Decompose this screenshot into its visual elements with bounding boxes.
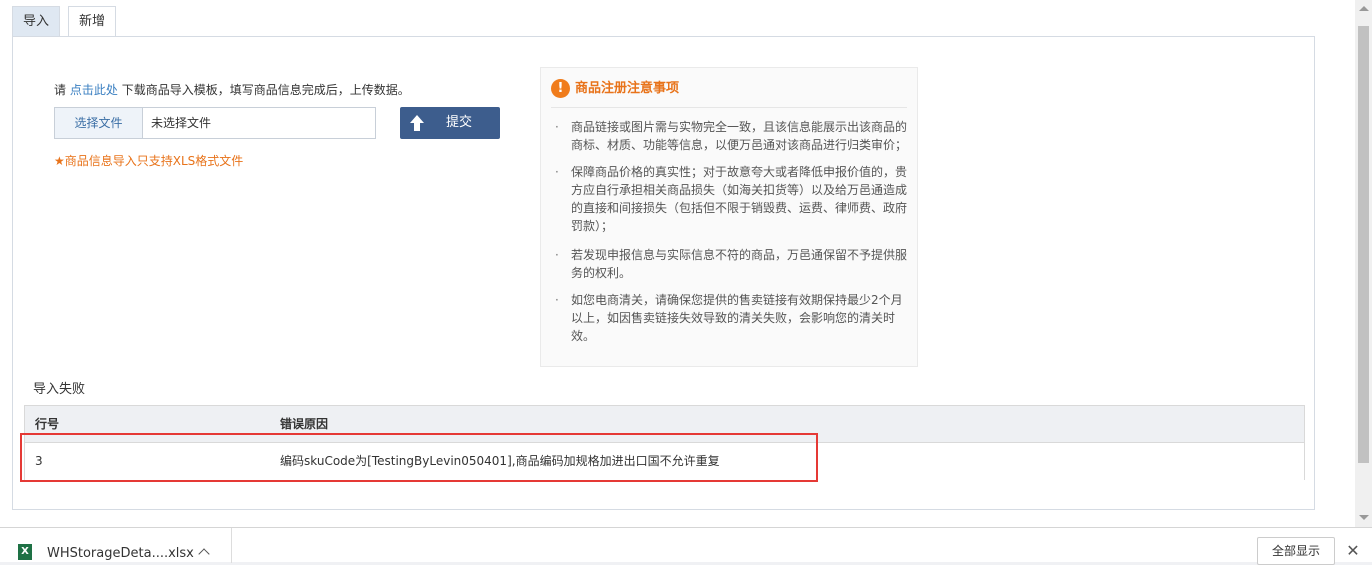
close-icon[interactable]: ✕ (1345, 543, 1361, 559)
submit-label: 提交 (446, 115, 473, 130)
notice-item-text: 商品链接或图片需与实物完全一致，且该信息能展示出该商品的商标、材质、功能等信息，… (571, 120, 908, 152)
table-row: 3 编码skuCode为[TestingByLevin050401],商品编码加… (25, 443, 1304, 480)
column-header-line: 行号 (35, 417, 60, 431)
import-failed-title: 导入失败 (33, 382, 86, 397)
notice-item: · 如您电商清关，请确保您提供的售卖链接有效期保持最少2个月以上，如因售卖链接失… (555, 291, 909, 345)
scroll-up-icon[interactable] (1359, 6, 1369, 11)
row-error-reason: 编码skuCode为[TestingByLevin050401],商品编码加规格… (280, 454, 720, 468)
selected-file-name: 未选择文件 (151, 116, 212, 130)
notice-item-text: 如您电商清关，请确保您提供的售卖链接有效期保持最少2个月以上，如因售卖链接失效导… (571, 293, 903, 343)
bullet-icon: · (555, 248, 559, 262)
show-all-button[interactable]: 全部显示 (1257, 537, 1335, 565)
submit-button[interactable]: 提交 (400, 107, 500, 139)
upload-arrow-icon (410, 115, 424, 131)
notice-header: ! 商品注册注意事项 (551, 78, 907, 108)
notice-item-text: 若发现申报信息与实际信息不符的商品，万邑通保留不予提供服务的权利。 (571, 248, 908, 280)
chevron-up-icon[interactable] (198, 548, 210, 560)
format-warning-text: 商品信息导入只支持XLS格式文件 (64, 154, 244, 168)
notice-title: 商品注册注意事项 (575, 81, 680, 96)
download-file-name[interactable]: WHStorageDeta....xlsx (47, 546, 194, 561)
tab-add[interactable]: 新增 (68, 6, 116, 37)
scrollbar-thumb[interactable] (1358, 26, 1369, 463)
choose-file-button[interactable]: 选择文件 (55, 108, 143, 138)
import-panel: 请 点击此处 下载商品导入模板，填写商品信息完成后，上传数据。 选择文件 未选择… (12, 36, 1315, 510)
bullet-icon: · (555, 293, 559, 307)
notice-item: · 保障商品价格的真实性；对于故意夸大或者降低申报价值的，贵方应自行承担相关商品… (555, 163, 909, 235)
exclamation-icon: ! (551, 79, 570, 98)
vertical-scrollbar[interactable] (1355, 0, 1372, 527)
format-warning: ★商品信息导入只支持XLS格式文件 (54, 152, 243, 169)
download-bar: X WHStorageDeta....xlsx 全部显示 ✕ (0, 527, 1372, 565)
hint-prefix: 请 (54, 83, 67, 97)
excel-file-icon: X (18, 544, 32, 560)
scroll-down-icon[interactable] (1359, 515, 1369, 520)
notice-item: · 商品链接或图片需与实物完全一致，且该信息能展示出该商品的商标、材质、功能等信… (555, 118, 909, 154)
download-item[interactable]: X WHStorageDeta....xlsx (0, 528, 232, 563)
error-table-header: 行号 错误原因 (25, 406, 1304, 443)
row-line-number: 3 (35, 454, 43, 468)
download-template-link[interactable]: 点击此处 (70, 83, 118, 97)
bullet-icon: · (555, 120, 559, 134)
column-header-reason: 错误原因 (280, 417, 329, 431)
page: 导入 新增 请 点击此处 下载商品导入模板，填写商品信息完成后，上传数据。 选择… (0, 0, 1355, 527)
notice-item: · 若发现申报信息与实际信息不符的商品，万邑通保留不予提供服务的权利。 (555, 246, 909, 282)
download-hint: 请 点击此处 下载商品导入模板，填写商品信息完成后，上传数据。 (54, 81, 410, 98)
hint-suffix: 下载商品导入模板，填写商品信息完成后，上传数据。 (121, 83, 410, 97)
error-table: 行号 错误原因 3 编码skuCode为[TestingByLevin05040… (24, 405, 1305, 480)
star-icon: ★ (54, 154, 65, 168)
bullet-icon: · (555, 165, 559, 179)
tab-import[interactable]: 导入 (12, 6, 60, 37)
notice-item-text: 保障商品价格的真实性；对于故意夸大或者降低申报价值的，贵方应自行承担相关商品损失… (571, 165, 908, 233)
notice-box: ! 商品注册注意事项 · 商品链接或图片需与实物完全一致，且该信息能展示出该商品… (540, 67, 918, 367)
file-input[interactable]: 选择文件 未选择文件 (54, 107, 376, 139)
